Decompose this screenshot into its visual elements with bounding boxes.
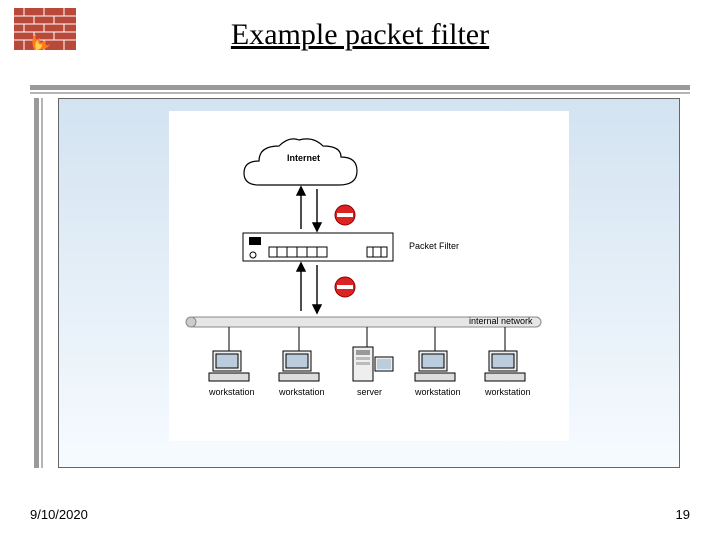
packet-filter-device-icon [243, 233, 393, 261]
workstation-icon [279, 351, 319, 381]
workstation-icon [415, 351, 455, 381]
node-label: workstation [415, 387, 461, 397]
node-label: server [357, 387, 382, 397]
internet-label: Internet [287, 153, 320, 163]
title-underline-bar [30, 85, 690, 94]
node-label: workstation [209, 387, 255, 397]
side-bar-decor [34, 98, 46, 468]
node-label: workstation [279, 387, 325, 397]
stop-sign-icon [335, 205, 355, 225]
content-panel: Internet Packet Filter internal network … [58, 98, 680, 468]
stop-sign-icon [335, 277, 355, 297]
workstation-icon [209, 351, 249, 381]
server-icon [353, 347, 393, 381]
slide-date: 9/10/2020 [30, 507, 88, 522]
slide-number: 19 [676, 507, 690, 522]
packet-filter-diagram: Internet Packet Filter internal network … [169, 111, 569, 441]
workstation-icon [485, 351, 525, 381]
packet-filter-label: Packet Filter [409, 241, 459, 251]
node-label: workstation [485, 387, 531, 397]
slide-title: Example packet filter [0, 18, 720, 52]
internal-network-label: internal network [469, 316, 533, 326]
